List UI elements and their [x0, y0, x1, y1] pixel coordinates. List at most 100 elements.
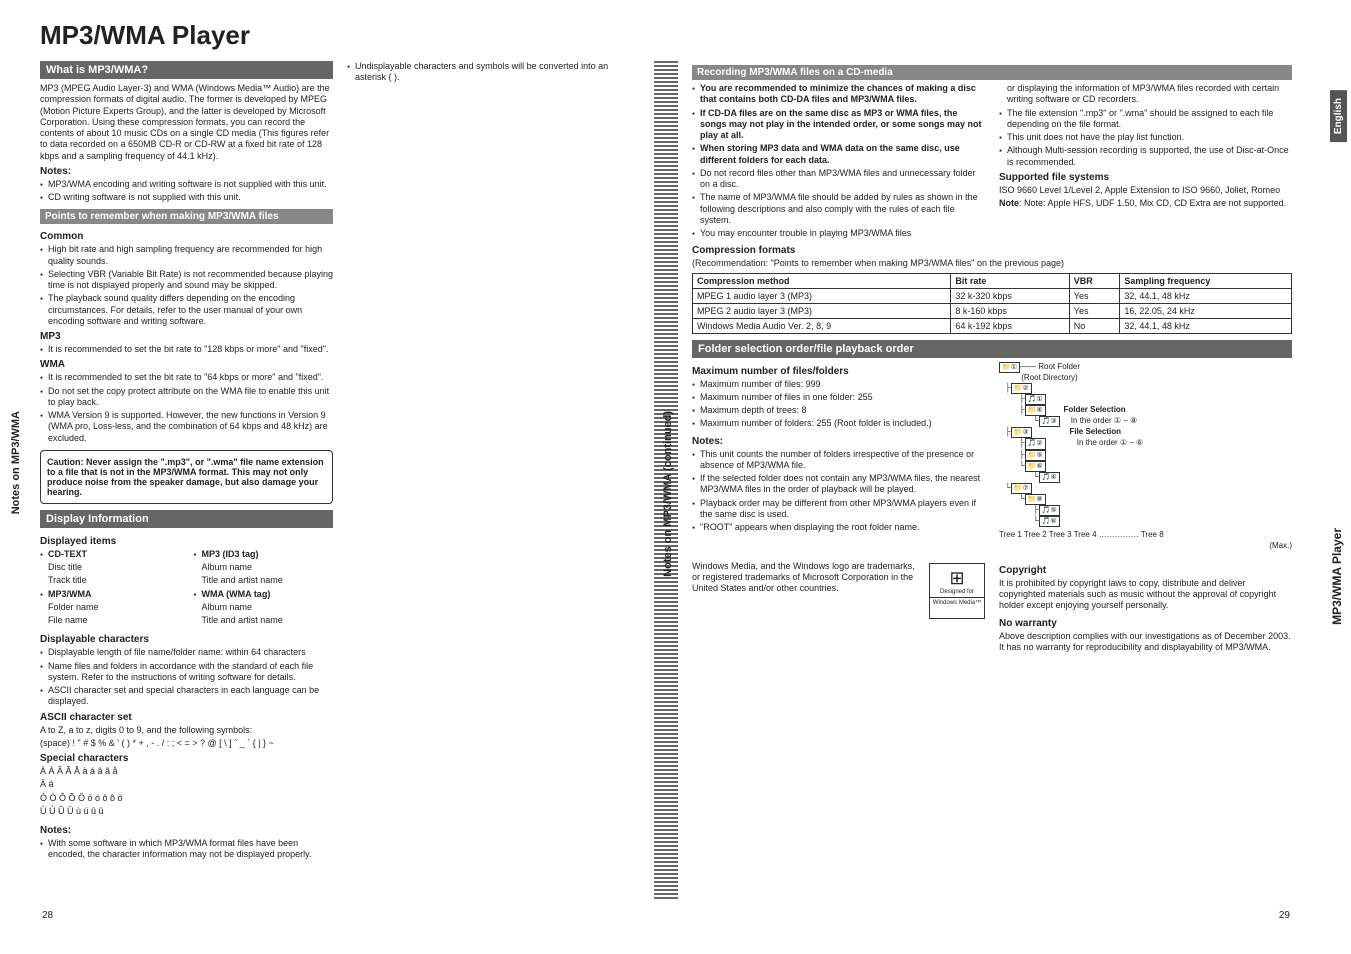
max-item: Maximum number of files in one folder: 2… [692, 392, 985, 403]
windows-media-logo: ⊞ Designed for Windows Media™ [929, 563, 985, 619]
ascii-symbols: (space) ! " # $ % & ' ( ) * + , - . / : … [40, 738, 333, 749]
displayable-chars-heading: Displayable characters [40, 634, 333, 645]
wma-item: WMA Version 9 is supported. However, the… [40, 410, 333, 444]
sf-note-text: Note: Apple HFS, UDF 1.50, Mix CD, CD Ex… [1024, 198, 1286, 208]
diag-root-label: Root Folder [1038, 362, 1080, 371]
max-item: Maximum number of folders: 255 (Root fol… [692, 418, 985, 429]
sidebar-tab-left: Notes on MP3/WMA [10, 411, 22, 514]
notes-heading-3: Notes: [692, 436, 985, 447]
cdtext-item: Disc title [40, 562, 180, 573]
cdtext-h: CD-TEXT [40, 549, 180, 560]
td: 32, 44.1, 48 kHz [1120, 288, 1292, 303]
file-icon: 🎵③ [1039, 416, 1060, 427]
td: Yes [1069, 288, 1120, 303]
rec-item: or displaying the information of MP3/WMA… [999, 83, 1292, 106]
td: 32, 44.1, 48 kHz [1120, 318, 1292, 333]
tree-max: (Max.) [999, 541, 1292, 551]
note-item: "ROOT" appears when displaying the root … [692, 522, 985, 533]
mp3-item: It is recommended to set the bit rate to… [40, 344, 333, 355]
note-item: CD writing software is not supplied with… [40, 192, 333, 203]
rec-item: This unit does not have the play list fu… [999, 132, 1292, 143]
file-icon: 🎵⑥ [1039, 516, 1060, 527]
spec-line: À Á Â Ã Å à á â ã å [40, 766, 333, 777]
folder-tree-diagram: 📁①—— Root Folder (Root Directory) ├📁② ├🎵… [999, 362, 1292, 551]
notes-heading-2: Notes: [40, 825, 333, 836]
mp3wma-item: Folder name [40, 602, 180, 613]
td: 64 k-192 kbps [951, 318, 1069, 333]
common-item: Selecting VBR (Variable Bit Rate) is not… [40, 269, 333, 292]
spec-line: Ò Ó Ô Õ Ö ò ó ô õ ö [40, 793, 333, 804]
rec-item: Although Multi-session recording is supp… [999, 145, 1292, 168]
no-warranty-text: Above description complies with our inve… [999, 631, 1292, 654]
td: 16, 22.05, 24 kHz [1120, 303, 1292, 318]
max-item: Maximum depth of trees: 8 [692, 405, 985, 416]
caution-box: Caution: Never assign the ".mp3", or ".w… [40, 450, 333, 504]
file-icon: 🎵⑤ [1039, 505, 1060, 516]
ascii-text: A to Z, a to z, digits 0 to 9, and the f… [40, 725, 333, 736]
file-icon: 🎵④ [1039, 472, 1060, 483]
heading-points: Points to remember when making MP3/WMA f… [40, 209, 333, 224]
wma-item: Do not set the copy protect attribute on… [40, 386, 333, 409]
spec-line: Ä ä [40, 779, 333, 790]
notes-heading: Notes: [40, 166, 333, 177]
no-warranty-heading: No warranty [999, 618, 1292, 629]
rec-item: If CD-DA files are on the same disc as M… [692, 108, 985, 142]
sf-text: ISO 9660 Level 1/Level 2, Apple Extensio… [999, 185, 1292, 196]
mp3-heading: MP3 [40, 331, 333, 342]
id3-h: MP3 (ID3 tag) [194, 549, 334, 560]
right-page: Notes on MP3/WMA (continued) Recording M… [692, 61, 1292, 901]
what-is-body: MP3 (MPEG Audio Layer-3) and WMA (Window… [40, 83, 333, 162]
td: Yes [1069, 303, 1120, 318]
rec-item: You may encounter trouble in playing MP3… [692, 228, 985, 239]
compression-note: (Recommendation: "Points to remember whe… [692, 258, 1292, 269]
note-item: With some software in which MP3/WMA form… [40, 838, 333, 861]
wtag-item: Title and artist name [194, 615, 334, 626]
page-number-right: 29 [1279, 910, 1290, 921]
displayed-items-heading: Displayed items [40, 536, 333, 547]
wma-item: It is recommended to set the bit rate to… [40, 372, 333, 383]
note-item: Undisplayable characters and symbols wil… [347, 61, 640, 84]
ascii-heading: ASCII character set [40, 712, 333, 723]
td: MPEG 1 audio layer 3 (MP3) [693, 288, 951, 303]
supported-fs-heading: Supported file systems [999, 172, 1292, 183]
compression-table: Compression methodBit rateVBRSampling fr… [692, 273, 1292, 334]
wtag-item: Album name [194, 602, 334, 613]
tree-labels: Tree 1 Tree 2 Tree 3 Tree 4 …………… Tree 8 [999, 530, 1292, 540]
common-heading: Common [40, 231, 333, 242]
wma-heading: WMA [40, 359, 333, 370]
folder-icon: 📁③ [1011, 427, 1032, 438]
heading-display-info: Display Information [40, 510, 333, 528]
dc-item: ASCII character set and special characte… [40, 685, 333, 708]
dc-item: Name files and folders in accordance wit… [40, 661, 333, 684]
copyright-heading: Copyright [999, 565, 1292, 576]
rec-item: When storing MP3 data and WMA data on th… [692, 143, 985, 166]
th: VBR [1069, 273, 1120, 288]
heading-folder-order: Folder selection order/file playback ord… [692, 340, 1292, 358]
wtag-h: WMA (WMA tag) [194, 589, 334, 600]
heading-what-is: What is MP3/WMA? [40, 61, 333, 79]
td: Windows Media Audio Ver. 2, 8, 9 [693, 318, 951, 333]
note-item: This unit counts the number of folders i… [692, 449, 985, 472]
logo-text1: Designed for [930, 589, 984, 595]
td: 32 k-320 kbps [951, 288, 1069, 303]
rec-item: The file extension ".mp3" or ".wma" shou… [999, 108, 1292, 131]
rec-item: You are recommended to minimize the chan… [692, 83, 985, 106]
id3-item: Title and artist name [194, 575, 334, 586]
max-files-heading: Maximum number of files/folders [692, 366, 985, 377]
player-tab: MP3/WMA Player [1327, 520, 1347, 633]
mp3wma-h: MP3/WMA [40, 589, 180, 600]
th: Bit rate [951, 273, 1069, 288]
note-item: MP3/WMA encoding and writing software is… [40, 179, 333, 190]
folder-sel-label: Folder Selection [1063, 405, 1125, 414]
folder-icon: 📁④ [1025, 405, 1046, 416]
file-sel-label: File Selection [1069, 427, 1121, 436]
logo-text2: Windows Media™ [930, 597, 984, 606]
id3-item: Album name [194, 562, 334, 573]
page-title: MP3/WMA Player [40, 20, 1311, 51]
language-tab: English [1330, 90, 1347, 142]
folder-icon: 📁⑥ [1025, 461, 1046, 472]
root-folder-icon: 📁① [999, 362, 1020, 373]
folder-sel-order: In the order ① – ⑧ [1071, 416, 1137, 425]
dc-item: Displayable length of file name/folder n… [40, 647, 333, 658]
two-page-spread: Notes on MP3/WMA What is MP3/WMA? MP3 (M… [40, 61, 1311, 901]
